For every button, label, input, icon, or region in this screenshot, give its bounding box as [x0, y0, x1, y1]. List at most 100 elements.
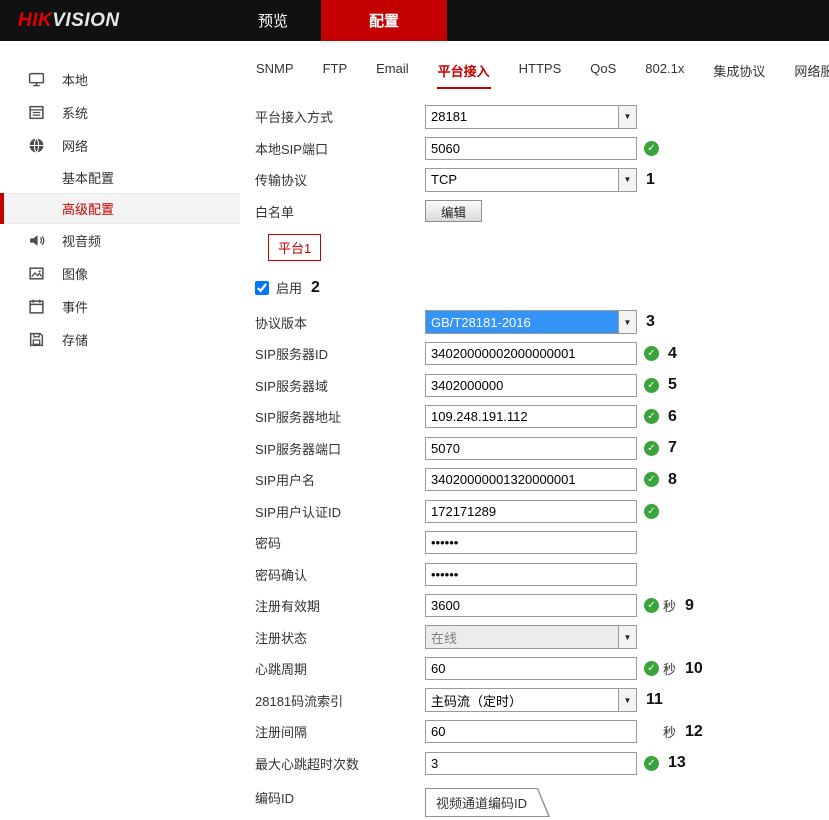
- field-label: 平台接入方式: [255, 107, 425, 126]
- sidebar: 本地 系统 网络 基本配置 高级配置 视音频: [0, 41, 240, 805]
- video-channel-encode-id-tab-label: 视频通道编码ID: [426, 789, 549, 816]
- unit-label: 秒: [663, 722, 676, 741]
- valid-check-icon: ✓: [644, 141, 659, 156]
- sip-auth-id-input[interactable]: [425, 500, 637, 523]
- valid-check-icon: ✓: [644, 504, 659, 519]
- field-label: 密码确认: [255, 565, 425, 584]
- sidebar-item-basic-config[interactable]: 基本配置: [0, 162, 240, 193]
- tab-ftp[interactable]: FTP: [322, 55, 349, 89]
- logo-vision-text: VISION: [52, 10, 119, 32]
- field-label: 编码ID: [255, 788, 425, 807]
- annotation-number: 9: [685, 597, 694, 615]
- sidebar-item-label: 图像: [62, 264, 88, 283]
- tab-https[interactable]: HTTPS: [518, 55, 563, 89]
- annotation-number: 2: [311, 279, 320, 297]
- transport-protocol-select[interactable]: TCP ▼: [425, 168, 637, 192]
- form-row: 密码: [255, 527, 829, 559]
- chevron-down-icon: ▼: [618, 689, 636, 711]
- form-row: 注册有效期 ✓ 秒 9: [255, 590, 829, 622]
- annotation-number: 3: [646, 313, 655, 331]
- hikvision-logo: HIKVISION: [0, 0, 225, 41]
- sip-server-port-input[interactable]: [425, 437, 637, 460]
- valid-check-icon: ✓: [644, 661, 659, 676]
- valid-check-icon: ✓: [644, 409, 659, 424]
- tab-snmp[interactable]: SNMP: [255, 55, 295, 89]
- form-row: 最大心跳超时次数 ✓ 13: [255, 748, 829, 780]
- form-row: SIP用户名 ✓ 8: [255, 464, 829, 496]
- nav-configuration[interactable]: 配置: [321, 0, 447, 41]
- field-label: 28181码流索引: [255, 691, 425, 710]
- register-validity-input[interactable]: [425, 594, 637, 617]
- select-value: 在线: [426, 626, 618, 648]
- field-label: 注册状态: [255, 628, 425, 647]
- tab-platform-access[interactable]: 平台接入: [437, 55, 491, 89]
- form-row: SIP服务器ID ✓ 4: [255, 338, 829, 370]
- sidebar-item-advanced-config[interactable]: 高级配置: [0, 193, 240, 224]
- chevron-down-icon: ▼: [618, 106, 636, 128]
- select-value: 主码流（定时）: [426, 689, 618, 711]
- form-row: 注册状态 在线 ▼: [255, 622, 829, 654]
- storage-disk-icon: [28, 331, 45, 348]
- sidebar-item-image[interactable]: 图像: [0, 257, 240, 290]
- sip-server-address-input[interactable]: [425, 405, 637, 428]
- chevron-down-icon: ▼: [618, 626, 636, 648]
- sidebar-item-network[interactable]: 网络: [0, 129, 240, 162]
- page-layout: 本地 系统 网络 基本配置 高级配置 视音频: [0, 41, 829, 805]
- sip-username-input[interactable]: [425, 468, 637, 491]
- sidebar-item-local[interactable]: 本地: [0, 63, 240, 96]
- sidebar-item-label: 系统: [62, 103, 88, 122]
- sip-server-domain-input[interactable]: [425, 374, 637, 397]
- form-row: 本地SIP端口 ✓: [255, 133, 829, 165]
- field-label: SIP服务器端口: [255, 439, 425, 458]
- annotation-number: 12: [685, 723, 703, 741]
- tab-qos[interactable]: QoS: [589, 55, 617, 89]
- field-label: 传输协议: [255, 170, 425, 189]
- enable-row: 启用 2: [255, 272, 829, 304]
- stream-index-select[interactable]: 主码流（定时） ▼: [425, 688, 637, 712]
- password-input[interactable]: [425, 531, 637, 554]
- enable-checkbox[interactable]: [255, 281, 269, 295]
- field-label: SIP服务器地址: [255, 407, 425, 426]
- tab-email[interactable]: Email: [375, 55, 410, 89]
- audio-video-icon: [28, 232, 45, 249]
- chevron-down-icon: ▼: [618, 311, 636, 333]
- field-label: 白名单: [255, 202, 425, 221]
- enable-label: 启用: [276, 278, 302, 297]
- local-sip-port-input[interactable]: [425, 137, 637, 160]
- annotation-number: 7: [668, 439, 677, 457]
- annotation-number: 10: [685, 660, 703, 678]
- password-confirm-input[interactable]: [425, 563, 637, 586]
- tab-integration-protocol[interactable]: 集成协议: [712, 55, 766, 89]
- video-channel-encode-id-tab[interactable]: 视频通道编码ID: [425, 788, 550, 817]
- field-label: 密码: [255, 533, 425, 552]
- platform1-tab[interactable]: 平台1: [268, 234, 321, 261]
- sidebar-item-event[interactable]: 事件: [0, 290, 240, 323]
- unit-label: 秒: [663, 659, 676, 678]
- whitelist-edit-button[interactable]: 编辑: [425, 200, 482, 222]
- sip-server-id-input[interactable]: [425, 342, 637, 365]
- sidebar-item-storage[interactable]: 存储: [0, 323, 240, 356]
- max-heartbeat-timeout-input[interactable]: [425, 752, 637, 775]
- nav-preview[interactable]: 预览: [225, 0, 321, 41]
- form-row: SIP服务器端口 ✓ 7: [255, 433, 829, 465]
- form-row: 密码确认: [255, 559, 829, 591]
- field-label: 心跳周期: [255, 659, 425, 678]
- platform-access-mode-select[interactable]: 28181 ▼: [425, 105, 637, 129]
- annotation-number: 6: [668, 408, 677, 426]
- field-label: SIP服务器ID: [255, 344, 425, 363]
- sidebar-item-audio-video[interactable]: 视音频: [0, 224, 240, 257]
- sidebar-item-system[interactable]: 系统: [0, 96, 240, 129]
- register-interval-input[interactable]: [425, 720, 637, 743]
- annotation-number: 8: [668, 471, 677, 489]
- tab-8021x[interactable]: 802.1x: [644, 55, 685, 89]
- form-row: SIP用户认证ID ✓: [255, 496, 829, 528]
- annotation-number: 13: [668, 754, 686, 772]
- protocol-version-select[interactable]: GB/T28181-2016 ▼: [425, 310, 637, 334]
- valid-check-icon: ✓: [644, 441, 659, 456]
- heartbeat-interval-input[interactable]: [425, 657, 637, 680]
- field-label: 最大心跳超时次数: [255, 754, 425, 773]
- tab-network-service[interactable]: 网络服务: [793, 55, 829, 89]
- field-label: 本地SIP端口: [255, 139, 425, 158]
- valid-check-icon: ✓: [644, 598, 659, 613]
- field-label: 注册间隔: [255, 722, 425, 741]
